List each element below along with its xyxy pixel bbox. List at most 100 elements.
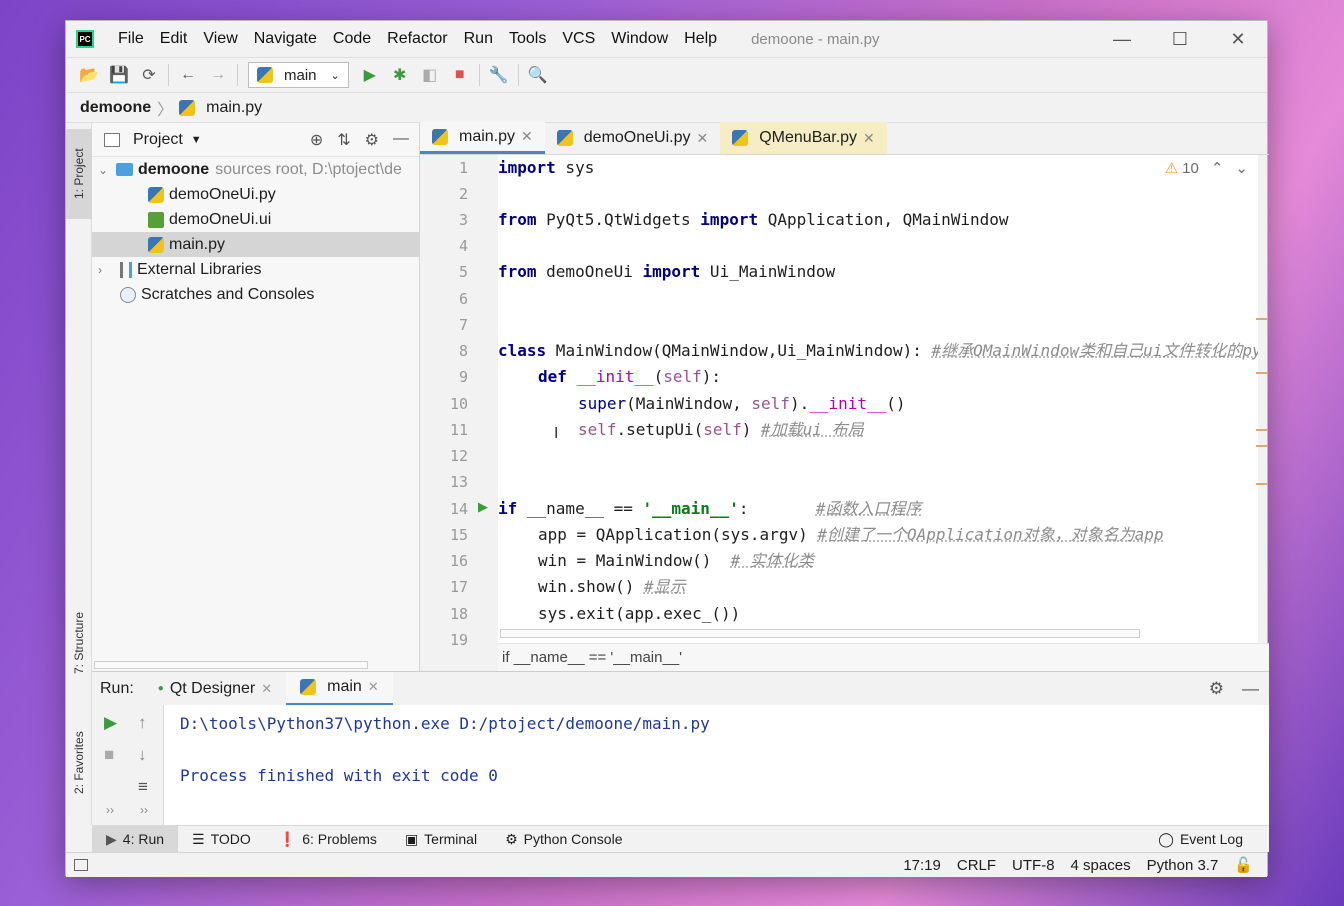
line-number: 18 [449,605,468,623]
close-icon[interactable]: ✕ [521,128,533,145]
tab-main-py[interactable]: main.py ✕ [420,122,545,154]
run-tab-main[interactable]: main ✕ [286,671,393,706]
editor-hscroll[interactable] [500,629,1140,638]
stop-icon[interactable]: ■ [445,61,475,89]
toggle-tool-windows-icon[interactable] [74,859,88,871]
gear-icon[interactable]: ⚙ [365,130,379,150]
line-number: 10 [449,395,468,413]
toolwin-run[interactable]: ▶ 4: Run [92,825,179,853]
run-tab-qt-designer[interactable]: ● Qt Designer ✕ [144,672,286,706]
ide-window: PC File Edit View Navigate Code Refactor… [65,20,1269,877]
tree-file-main-py[interactable]: main.py [92,232,419,257]
line-number: 12 [449,447,468,465]
menu-bar: File Edit View Navigate Code Refactor Ru… [110,30,725,48]
python-interpreter[interactable]: Python 3.7 [1147,857,1219,874]
back-arrow-icon[interactable]: ← [173,61,203,89]
qt-ui-file-icon [148,211,164,228]
structure-stripe-label: 7: Structure [72,611,86,675]
menu-vcs[interactable]: VCS [554,30,603,48]
tree-scratches[interactable]: Scratches and Consoles [92,282,419,307]
stop-icon[interactable]: ■ [104,745,114,765]
down-arrow-icon[interactable]: ↓ [138,745,147,765]
menu-help[interactable]: Help [676,30,725,48]
debug-icon[interactable]: ✱ [385,61,415,89]
tab-demooneui-py[interactable]: demoOneUi.py ✕ [545,122,720,154]
toolwin-terminal[interactable]: ▣ Terminal [391,826,491,853]
tab-qmenubar-py[interactable]: QMenuBar.py ✕ [720,122,887,154]
toolwin-python-console[interactable]: ⚙ Python Console [491,826,636,853]
run-icon[interactable]: ▶ [355,61,385,89]
up-arrow-icon[interactable]: ↑ [138,713,147,733]
close-icon[interactable]: ✕ [863,130,875,147]
menu-edit[interactable]: Edit [152,30,196,48]
chevron-up-icon[interactable]: ⌃ [1211,159,1224,177]
hide-icon[interactable]: — [1242,679,1259,699]
forward-arrow-icon[interactable]: → [203,61,233,89]
editor-footer-breadcrumb[interactable]: if __name__ == '__main__' [498,643,1269,671]
folder-icon [116,163,133,176]
menu-window[interactable]: Window [603,30,676,48]
search-icon[interactable]: 🔍 [523,61,553,89]
tree-external-libraries[interactable]: › External Libraries [92,257,419,282]
soft-wrap-icon[interactable]: ≡ [138,777,148,797]
menu-view[interactable]: View [195,30,245,48]
rerun-icon[interactable]: ▶ [104,713,117,733]
tree-file-demooneui-ui[interactable]: demoOneUi.ui [92,207,419,232]
project-stripe-tab[interactable]: 1: Project [66,129,92,219]
menu-navigate[interactable]: Navigate [246,30,325,48]
favorites-stripe-tab[interactable]: 2: Favorites [66,713,92,813]
hide-icon[interactable]: — [393,130,409,150]
structure-stripe-tab[interactable]: 7: Structure [66,593,92,693]
gear-icon[interactable]: ⚙ [1209,679,1224,699]
line-number: 5 [458,263,468,281]
chevron-down-icon[interactable]: ▼ [191,134,202,146]
menu-run[interactable]: Run [456,30,501,48]
more-icon[interactable]: ›› [140,803,148,817]
close-icon[interactable]: ✕ [368,679,379,695]
toolwin-problems[interactable]: ❗ 6: Problems [265,826,391,853]
inspection-widget[interactable]: ⚠ 10 ⌃ ⌄ [1165,159,1248,178]
collapse-all-icon[interactable]: ⇅ [337,130,350,150]
more-icon[interactable]: ›› [106,803,114,817]
toolwin-event-log[interactable]: ◯ Event Log [1158,831,1269,848]
run-config-dropdown[interactable]: main ⌄ [248,62,349,88]
indent-setting[interactable]: 4 spaces [1071,857,1131,874]
tree-file-demooneui-py[interactable]: demoOneUi.py [92,182,419,207]
sync-icon[interactable]: ⟳ [134,61,164,89]
menu-refactor[interactable]: Refactor [379,30,455,48]
breadcrumb-file[interactable]: main.py [206,99,262,117]
file-encoding[interactable]: UTF-8 [1012,857,1055,874]
minimize-button[interactable]: — [1093,21,1151,57]
run-console-output[interactable]: D:\tools\Python37\python.exe D:/ptoject/… [164,705,1269,825]
toolwin-todo[interactable]: ☰ TODO [178,826,265,853]
close-icon[interactable]: ✕ [696,130,708,147]
save-icon[interactable]: 💾 [104,61,134,89]
editor-scroll-marks[interactable] [1256,155,1268,659]
run-gutter-icon[interactable]: ▶ [478,499,488,515]
wrench-icon[interactable]: 🔧 [484,61,514,89]
project-panel-tools: ⊕ ⇅ ⚙ — [310,130,419,150]
chevron-down-icon[interactable]: ⌄ [98,163,116,177]
line-separator[interactable]: CRLF [957,857,996,874]
tree-root[interactable]: ⌄ demoone sources root, D:\ptoject\de [92,157,419,182]
menu-file[interactable]: File [110,30,152,48]
scroll-mark [1256,483,1268,485]
window-controls: — ☐ ✕ [1093,21,1267,57]
breadcrumb-project[interactable]: demoone [80,99,151,117]
menu-tools[interactable]: Tools [501,30,554,48]
project-panel-title[interactable]: Project [133,131,183,149]
maximize-button[interactable]: ☐ [1151,21,1209,57]
close-window-button[interactable]: ✕ [1209,21,1267,57]
chevron-right-icon[interactable]: › [98,263,120,277]
caret-position[interactable]: 17:19 [903,857,941,874]
chevron-down-icon[interactable]: ⌄ [1235,159,1248,177]
coverage-icon[interactable]: ◧ [415,61,445,89]
close-icon[interactable]: ✕ [261,681,272,697]
project-hscroll[interactable] [94,661,368,669]
code-editor[interactable]: ⚠ 10 ⌃ ⌄ import sys from PyQt5.QtWidgets… [498,155,1258,659]
open-folder-icon[interactable]: 📂 [74,61,104,89]
locate-icon[interactable]: ⊕ [310,130,323,150]
menu-code[interactable]: Code [325,30,379,48]
console-line: D:\tools\Python37\python.exe D:/ptoject/… [180,714,710,733]
lock-icon[interactable]: 🔓 [1234,856,1253,874]
